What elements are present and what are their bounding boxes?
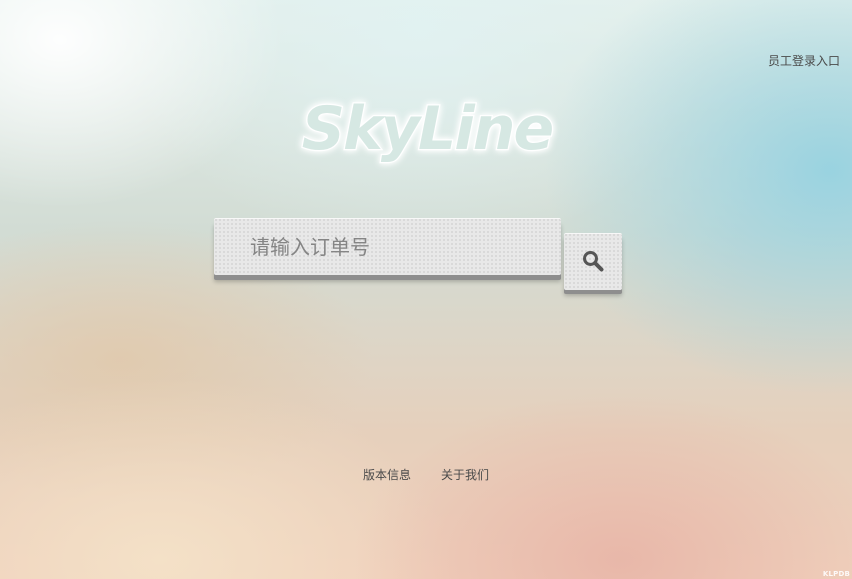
version-info-link[interactable]: 版本信息 xyxy=(363,466,411,483)
about-us-link[interactable]: 关于我们 xyxy=(441,466,489,483)
logo-text: SkyLine xyxy=(302,94,553,164)
staff-login-link[interactable]: 员工登录入口 xyxy=(768,52,840,69)
footer-links: 版本信息 关于我们 xyxy=(0,466,852,483)
skyline-logo: SkyLine xyxy=(285,82,570,177)
watermark: KLPDB xyxy=(822,570,850,578)
search-button[interactable] xyxy=(564,233,622,290)
search-icon xyxy=(583,251,604,272)
order-search-box xyxy=(214,218,561,275)
order-number-input[interactable] xyxy=(214,218,561,275)
